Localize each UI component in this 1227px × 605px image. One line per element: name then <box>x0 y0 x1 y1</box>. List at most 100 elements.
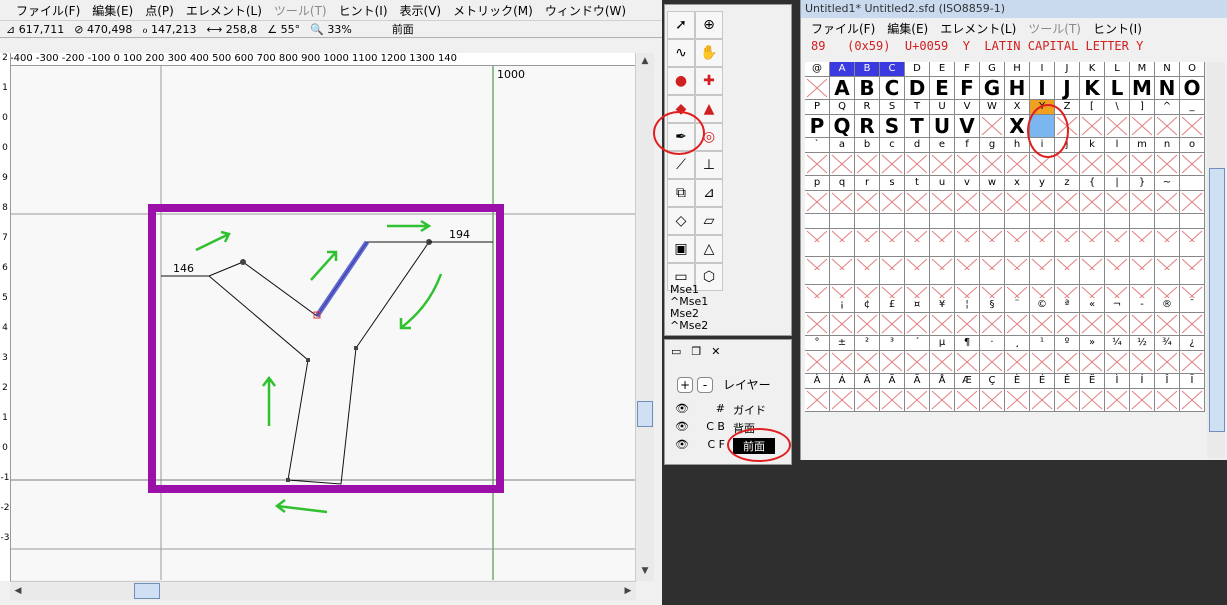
skew-tool-icon[interactable]: ▱ <box>695 207 723 235</box>
glyph-cell[interactable]: OO <box>1180 62 1205 100</box>
glyph-cell[interactable]: È <box>1005 374 1030 412</box>
freehand-tool-icon[interactable]: ∿ <box>667 39 695 67</box>
glyph-cell[interactable]: x <box>1005 176 1030 214</box>
glyph-cell[interactable]: d <box>905 138 930 176</box>
glyph-cell[interactable] <box>1180 176 1205 214</box>
horizontal-scroll-thumb[interactable] <box>134 583 160 599</box>
ruler-tool-icon[interactable]: ⊥ <box>695 151 723 179</box>
glyph-cell[interactable]: q <box>830 176 855 214</box>
font-grid-scrollbar[interactable] <box>1207 62 1225 458</box>
glyph-cell[interactable]: ½ <box>1130 336 1155 374</box>
glyph-cell[interactable]: g <box>980 138 1005 176</box>
font-menu-item-2[interactable]: エレメント(L) <box>934 20 1022 37</box>
glyph-cell[interactable]: £ <box>880 298 905 336</box>
glyph-cell[interactable]: ¿ <box>1180 336 1205 374</box>
glyph-cell[interactable]: DD <box>905 62 930 100</box>
glyph-cell[interactable]: Î <box>1155 374 1180 412</box>
glyph-cell[interactable]: n <box>1155 138 1180 176</box>
glyph-cell[interactable]: Â <box>855 374 880 412</box>
vertical-scroll-thumb[interactable] <box>637 401 653 427</box>
scroll-right-icon[interactable]: ▶ <box>620 583 636 599</box>
glyph-cell[interactable]: Ê <box>1055 374 1080 412</box>
glyph-cell[interactable]: º <box>1055 336 1080 374</box>
glyph-cell[interactable]: RR <box>855 100 880 138</box>
glyph-cell[interactable]: JJ <box>1055 62 1080 100</box>
glyph-cell[interactable]: © <box>1030 298 1055 336</box>
glyph-cell[interactable]: o <box>1180 138 1205 176</box>
glyph-cell[interactable]: | <box>1105 176 1130 214</box>
glyph-menu-item-5[interactable]: ヒント(I) <box>333 2 394 19</box>
glyph-cell[interactable]: ¹ <box>1030 336 1055 374</box>
glyph-cell[interactable]: ] <box>1130 100 1155 138</box>
glyph-cell[interactable]: HH <box>1005 62 1030 100</box>
vertical-scrollbar[interactable]: ▲ ▼ <box>635 53 654 581</box>
magnify-tool-icon[interactable]: ⊕ <box>695 11 723 39</box>
glyph-cell[interactable]: { <box>1080 176 1105 214</box>
glyph-cell[interactable]: l <box>1105 138 1130 176</box>
glyph-cell[interactable]: - <box>1130 298 1155 336</box>
glyph-cell[interactable]: PP <box>805 100 830 138</box>
eye-icon[interactable]: 👁 <box>675 420 689 436</box>
layer-row-guide[interactable]: 👁 # ガイド <box>675 402 766 418</box>
glyph-cell[interactable]: Ï <box>1180 374 1205 412</box>
glyph-cell[interactable]: p <box>805 176 830 214</box>
glyph-cell[interactable]: µ <box>930 336 955 374</box>
glyph-cell[interactable]: ¤ <box>905 298 930 336</box>
glyph-canvas[interactable]: 146 194 1000 <box>11 66 635 580</box>
glyph-outline-svg[interactable]: 146 194 1000 <box>11 66 635 580</box>
glyph-cell[interactable]: § <box>980 298 1005 336</box>
glyph-cell[interactable]: ~ <box>1155 176 1180 214</box>
scale-tool-icon[interactable]: ⧉ <box>667 179 695 207</box>
glyph-cell[interactable]: v <box>955 176 980 214</box>
glyph-cell[interactable]: r <box>855 176 880 214</box>
scroll-down-icon[interactable]: ▼ <box>637 563 653 579</box>
glyph-menu-item-3[interactable]: エレメント(L) <box>180 2 268 19</box>
glyph-cell[interactable]: a <box>830 138 855 176</box>
glyph-cell[interactable]: AA <box>830 62 855 100</box>
perspective-tool-icon[interactable]: △ <box>695 235 723 263</box>
glyph-cell[interactable]: @ <box>805 62 830 100</box>
glyph-cell[interactable]: m <box>1130 138 1155 176</box>
window-restore-icon[interactable]: ❐ <box>691 345 701 358</box>
glyph-cell[interactable]: SS <box>880 100 905 138</box>
glyph-cell[interactable]: BB <box>855 62 880 100</box>
glyph-cell[interactable]: » <box>1080 336 1105 374</box>
glyph-cell[interactable]: LL <box>1105 62 1130 100</box>
scroll-up-icon[interactable]: ▲ <box>637 53 653 69</box>
eye-icon[interactable]: 👁 <box>675 402 689 418</box>
glyph-cell[interactable]: « <box>1080 298 1105 336</box>
remove-layer-button[interactable]: - <box>697 376 713 393</box>
glyph-cell[interactable]: FF <box>955 62 980 100</box>
glyph-cell[interactable]: _ <box>1180 100 1205 138</box>
corner-point[interactable] <box>354 346 358 350</box>
glyph-cell[interactable]: u <box>930 176 955 214</box>
glyph-cell[interactable]: W <box>980 100 1005 138</box>
glyph-menu-item-0[interactable]: ファイル(F) <box>10 2 86 19</box>
glyph-cell[interactable]: Í <box>1130 374 1155 412</box>
glyph-cell[interactable]: ¾ <box>1155 336 1180 374</box>
glyph-cell[interactable]: KK <box>1080 62 1105 100</box>
glyph-cell[interactable]: ° <box>805 336 830 374</box>
window-minimize-icon[interactable]: ▭ <box>671 345 681 358</box>
pointer-tool-icon[interactable]: ➚ <box>667 11 695 39</box>
font-menu-item-4[interactable]: ヒント(I) <box>1087 20 1148 37</box>
glyph-cell[interactable]: z <box>1055 176 1080 214</box>
glyph-cell[interactable]: ` <box>805 138 830 176</box>
glyph-cell[interactable]: e <box>930 138 955 176</box>
glyph-cell[interactable]: ¡ <box>830 298 855 336</box>
glyph-cell[interactable]: UU <box>930 100 955 138</box>
glyph-cell[interactable]: h <box>1005 138 1030 176</box>
glyph-cell[interactable]: Ë <box>1080 374 1105 412</box>
glyph-cell[interactable]: ¥ <box>930 298 955 336</box>
glyph-cell[interactable]: ¼ <box>1105 336 1130 374</box>
glyph-cell[interactable]: Ã <box>880 374 905 412</box>
glyph-cell[interactable]: ² <box>855 336 880 374</box>
glyph-cell[interactable] <box>805 298 830 336</box>
glyph-cell[interactable]: NN <box>1155 62 1180 100</box>
glyph-menu-item-1[interactable]: 編集(E) <box>86 2 139 19</box>
knife-tool-icon[interactable]: ⟋ <box>667 151 695 179</box>
selected-segment[interactable] <box>314 240 370 318</box>
add-layer-button[interactable]: + <box>677 376 693 393</box>
glyph-cell[interactable]: ¬ <box>1105 298 1130 336</box>
glyph-cell[interactable]: s <box>880 176 905 214</box>
